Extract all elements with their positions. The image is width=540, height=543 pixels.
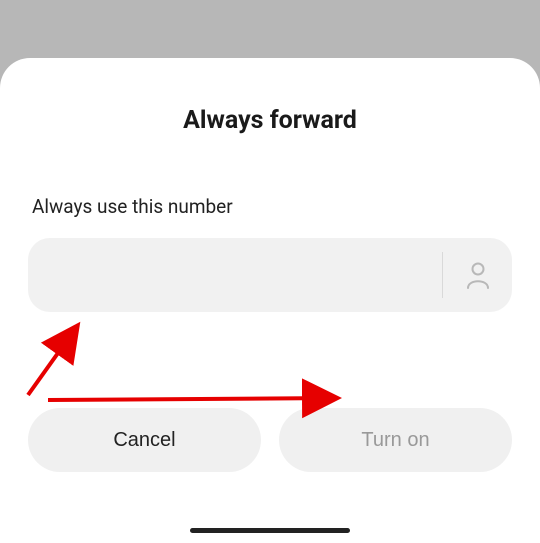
phone-input[interactable] (50, 238, 442, 312)
turn-on-button[interactable]: Turn on (279, 408, 512, 472)
phone-field-label: Always use this number (32, 195, 512, 218)
contact-icon (466, 261, 490, 289)
pick-contact-button[interactable] (442, 252, 512, 298)
forward-dialog-sheet: Always forward Always use this number Ca… (0, 58, 540, 543)
gesture-bar (190, 528, 350, 533)
phone-input-row (28, 238, 512, 312)
dialog-title: Always forward (28, 106, 512, 135)
dialog-actions: Cancel Turn on (28, 408, 512, 472)
cancel-button[interactable]: Cancel (28, 408, 261, 472)
